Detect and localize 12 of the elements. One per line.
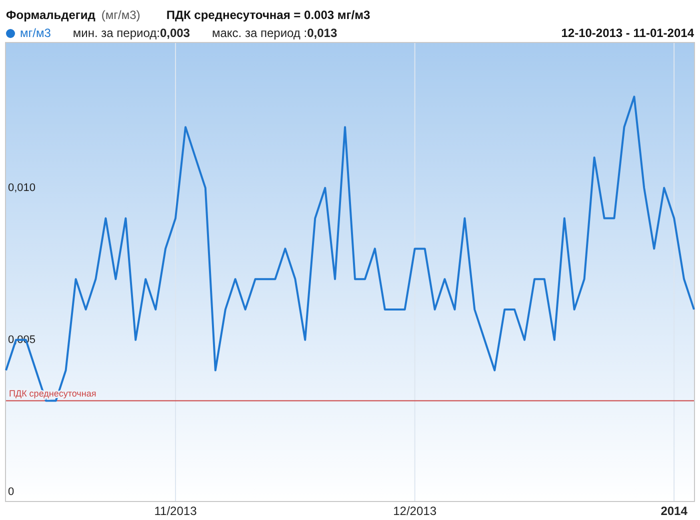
- min-value: мин. за период:0,003: [72, 25, 190, 42]
- x-tick-label: 11/2013: [154, 504, 197, 518]
- y-tick-label: 0,010: [8, 182, 36, 194]
- max-value: макс. за период :0,013: [212, 25, 338, 42]
- chart-title: Формальдегид: [6, 7, 96, 24]
- x-tick-label: 12/2013: [393, 504, 436, 518]
- x-tick-label: 2014: [660, 504, 688, 518]
- date-range: 12-10-2013 - 11-01-2014: [561, 25, 694, 42]
- limit-note: ПДК среднесуточная = 0.003 мг/м3: [166, 7, 370, 24]
- legend-label: мг/м3: [20, 25, 51, 42]
- y-tick-label: 0: [8, 486, 14, 498]
- unit-label: (мг/м3): [101, 7, 140, 24]
